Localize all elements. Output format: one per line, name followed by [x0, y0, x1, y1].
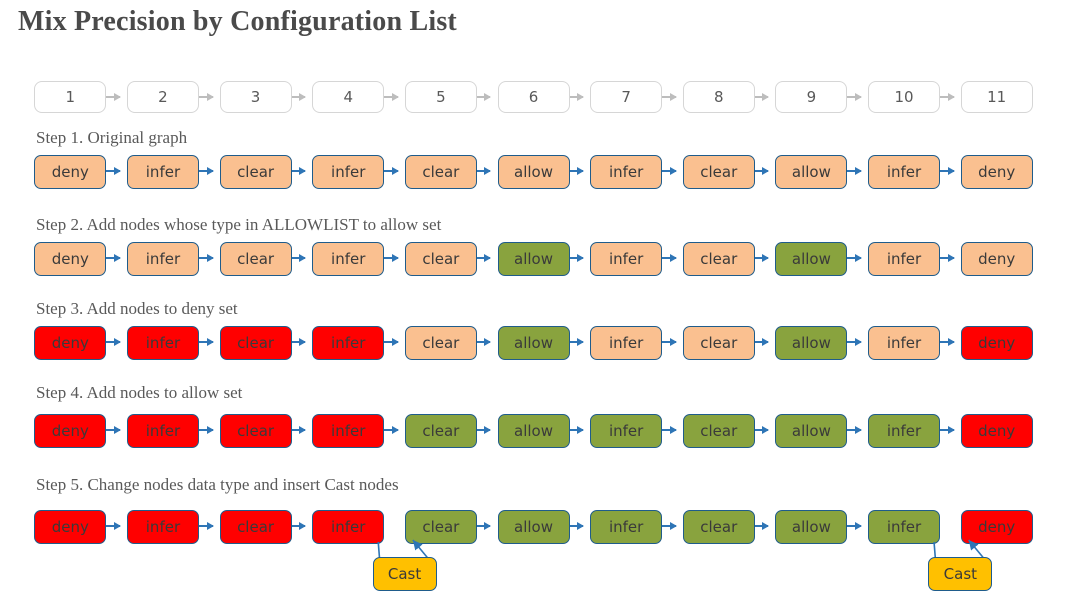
cast-connector-svg	[0, 0, 1067, 595]
cast-node-step5-2: Cast	[928, 557, 992, 591]
